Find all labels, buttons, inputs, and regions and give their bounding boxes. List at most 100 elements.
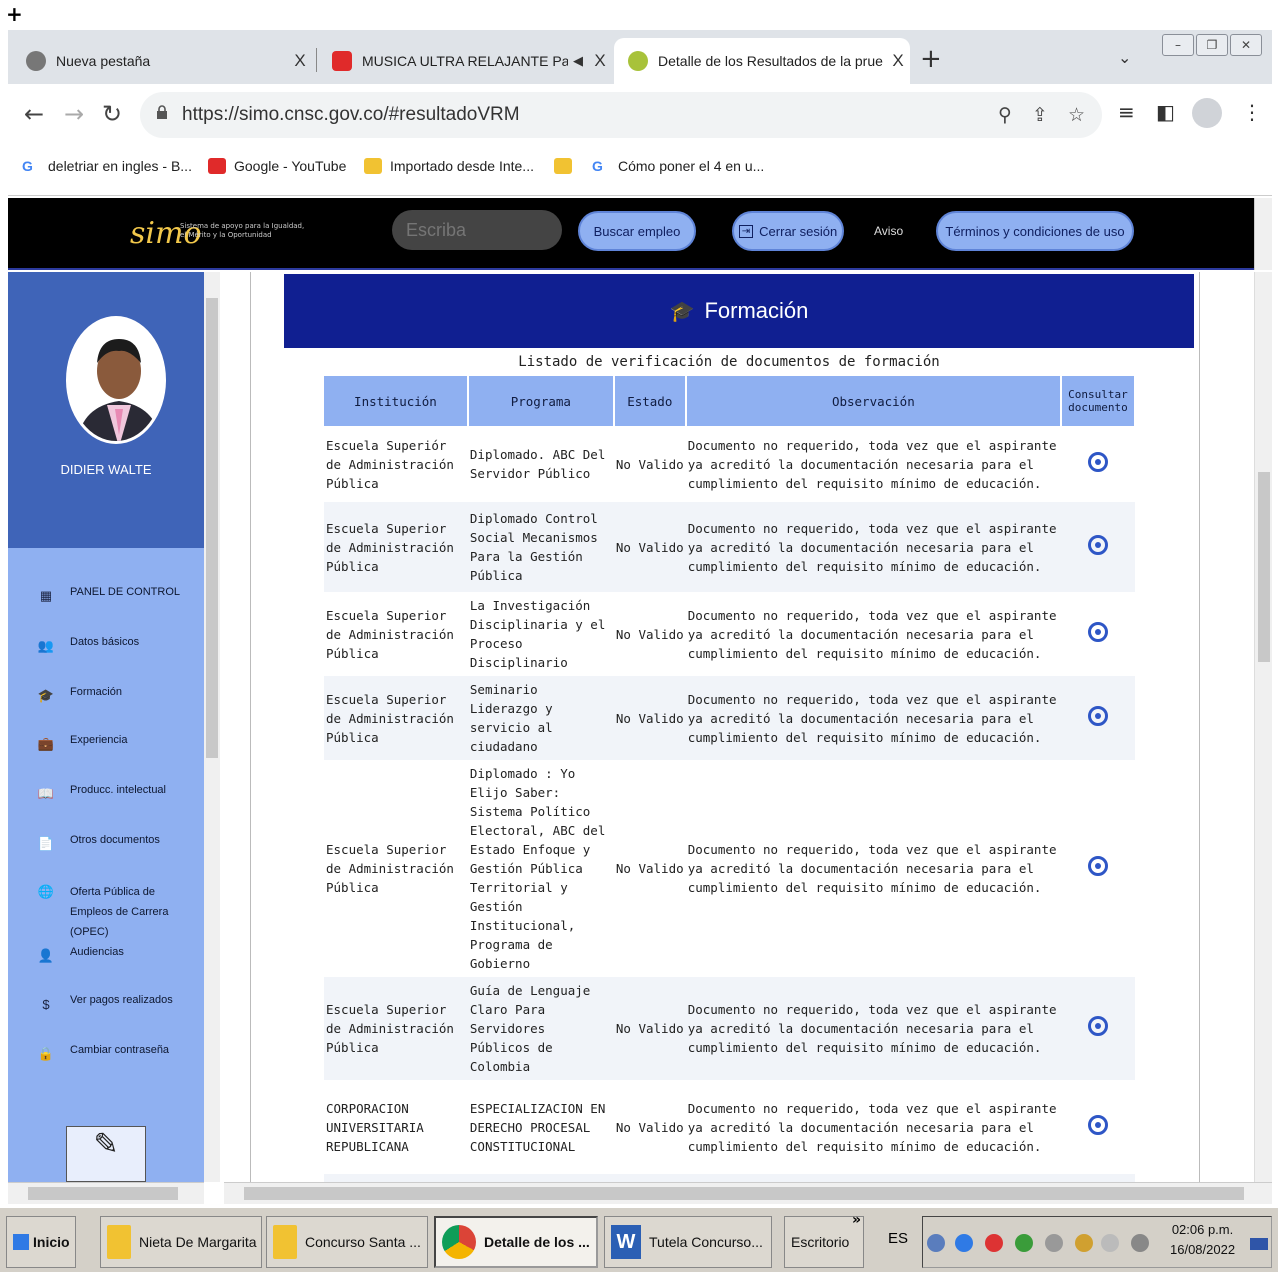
share-icon[interactable]: ⇪ — [1032, 104, 1048, 126]
youtube-icon — [208, 158, 226, 174]
cell-institucion: Escuela Superior de Administración Públi… — [326, 607, 454, 661]
menu-datos-basicos[interactable]: 👥 Datos básicos — [36, 636, 139, 656]
cell-consultar — [1061, 592, 1135, 676]
search-input[interactable] — [392, 210, 562, 250]
menu-ver-pagos[interactable]: $ Ver pagos realizados — [36, 994, 172, 1014]
scroll-thumb[interactable] — [244, 1187, 1244, 1200]
bookmark-importado[interactable]: Importado desde Inte... — [364, 158, 534, 174]
tab-detalle-resultados[interactable]: Detalle de los Resultados de la prue X — [614, 38, 910, 84]
tab-close-icon[interactable]: X — [288, 51, 312, 71]
ie-icon[interactable] — [955, 1234, 973, 1252]
menu-cambiar-contrasena[interactable]: 🔒 Cambiar contraseña — [36, 1044, 169, 1064]
sidebar-hscrollbar[interactable] — [8, 1182, 204, 1204]
zoom-icon[interactable]: ⚲ — [998, 104, 1012, 126]
logo-tagline: Sistema de apoyo para la Igualdad, el Mé… — [180, 222, 305, 239]
cell-estado: No Valido — [613, 502, 686, 592]
bookmark-youtube[interactable]: Google - YouTube — [208, 158, 346, 174]
language-indicator[interactable]: ES — [888, 1230, 908, 1247]
taskbar-item-chrome[interactable]: Detalle de los ... — [434, 1216, 598, 1268]
app-icon[interactable] — [1015, 1234, 1033, 1252]
folder-icon — [364, 158, 382, 174]
app-icon[interactable] — [1075, 1234, 1093, 1252]
bookmark-folder[interactable] — [554, 158, 580, 174]
taskbar-item-concurso[interactable]: Concurso Santa ... — [266, 1216, 428, 1268]
url-text[interactable]: https://simo.cnsc.gov.co/#resultadoVRM — [182, 104, 520, 126]
dashboard-icon: ▦ — [39, 588, 53, 603]
star-icon[interactable]: ☆ — [1068, 104, 1085, 126]
address-bar[interactable]: https://simo.cnsc.gov.co/#resultadoVRM ⚲… — [140, 92, 1102, 138]
reading-list-icon[interactable]: ≡ — [1118, 100, 1135, 124]
back-arrow-icon[interactable]: ← — [24, 100, 44, 128]
network-icon[interactable] — [927, 1234, 945, 1252]
profile-avatar-icon[interactable] — [1192, 98, 1222, 128]
chevron-right-icon[interactable]: » — [852, 1212, 861, 1228]
cell-consultar — [1061, 1080, 1135, 1174]
view-document-icon[interactable] — [1087, 534, 1108, 555]
tab-musica[interactable]: MUSICA ULTRA RELAJANTE Par ◀ X — [318, 38, 612, 84]
cell-observacion: Documento no requerido, toda vez que el … — [687, 842, 1057, 895]
main-hscrollbar[interactable] — [224, 1182, 1272, 1204]
dollar-icon: $ — [42, 996, 50, 1012]
view-document-icon[interactable] — [1087, 705, 1108, 726]
menu-opec[interactable]: 🌐 Oferta Pública de Empleos de Carrera (… — [36, 882, 196, 942]
menu-panel-de-control[interactable]: ▦ PANEL DE CONTROL — [36, 586, 180, 606]
sidebar-scrollbar[interactable] — [204, 272, 220, 1182]
app-icon[interactable] — [985, 1234, 1003, 1252]
close-window-button[interactable]: ✕ — [1230, 34, 1262, 56]
start-button[interactable]: Inicio — [6, 1216, 76, 1268]
taskbar-item-nieta[interactable]: Nieta De Margarita — [100, 1216, 262, 1268]
minimize-button[interactable]: – — [1162, 34, 1194, 56]
side-panel-icon[interactable]: ◧ — [1156, 100, 1175, 124]
new-tab-button[interactable]: + — [920, 44, 942, 74]
forward-arrow-icon[interactable]: → — [64, 100, 84, 128]
show-desktop-icon[interactable] — [1250, 1238, 1268, 1250]
bookmark-como-poner[interactable]: G Cómo poner el 4 en u... — [592, 158, 764, 174]
sidebar: DIDIER WALTE ▦ PANEL DE CONTROL 👥 Datos … — [8, 272, 204, 1182]
view-document-icon[interactable] — [1087, 1114, 1108, 1135]
buscar-empleo-button[interactable]: Buscar empleo — [578, 211, 696, 251]
tab-close-icon[interactable]: X — [886, 51, 910, 71]
table-row: CORPORACION UNIVERSITARIA REPUBLICANA ESP… — [324, 1080, 1135, 1174]
section-title: Formación — [704, 298, 809, 323]
menu-produccion-intelectual[interactable]: 📖 Producc. intelectual — [36, 784, 166, 804]
view-document-icon[interactable] — [1087, 621, 1108, 642]
view-document-icon[interactable] — [1087, 1016, 1108, 1036]
view-document-icon[interactable] — [1087, 856, 1108, 876]
scroll-thumb[interactable] — [206, 298, 218, 758]
bookmark-deletriar[interactable]: G deletriar en ingles - B... — [22, 158, 192, 174]
reload-icon[interactable]: ↻ — [102, 100, 122, 128]
scroll-thumb[interactable] — [1258, 472, 1270, 662]
cell-consultar — [1060, 1174, 1135, 1182]
scroll-thumb[interactable] — [28, 1187, 178, 1200]
menu-experiencia[interactable]: 💼 Experiencia — [36, 734, 128, 754]
menu-otros-documentos[interactable]: 📄 Otros documentos — [36, 834, 160, 854]
tab-close-icon[interactable]: X — [588, 51, 612, 71]
cerrar-sesion-button[interactable]: ⇥ Cerrar sesión — [732, 211, 844, 251]
keyboard-icon[interactable] — [1131, 1234, 1149, 1252]
audience-icon: 👤 — [37, 948, 55, 963]
header-scrollbar[interactable] — [1254, 198, 1272, 270]
aviso-link[interactable]: Aviso — [874, 224, 903, 238]
taskbar-item-word[interactable]: W Tutela Concurso... — [604, 1216, 772, 1268]
cell-observacion: Documento no requerido, toda vez que el … — [687, 1100, 1057, 1154]
cell-programa: Seminario Liderazgo y servicio al ciudad… — [467, 676, 614, 760]
more-menu-icon[interactable]: ⋮ — [1242, 100, 1262, 124]
app-icon[interactable] — [1045, 1234, 1063, 1252]
column-header: Observación — [685, 376, 1062, 426]
cell-institucion: CORPORACION UNIVERSITARIA REPUBLICANA — [326, 1100, 424, 1154]
menu-audiencias[interactable]: 👤 Audiencias — [36, 946, 124, 966]
book-icon: 📖 — [37, 786, 55, 801]
table-row: PROCURADURIA GENERAL DE LAEncuentro Acad… — [324, 1174, 1135, 1182]
volume-icon[interactable] — [1101, 1234, 1119, 1252]
restore-button[interactable]: ❐ — [1196, 34, 1228, 56]
cell-institucion: Escuela Superior de Administración Públi… — [324, 502, 468, 592]
menu-formacion[interactable]: 🎓 Formación — [36, 686, 122, 706]
tab-nueva-pestana[interactable]: Nueva pestaña X — [12, 38, 312, 84]
terminos-button[interactable]: Términos y condiciones de uso — [936, 211, 1134, 251]
main-scrollbar[interactable] — [1254, 272, 1272, 1182]
view-document-icon[interactable] — [1087, 451, 1108, 472]
lock-icon[interactable] — [156, 105, 168, 119]
clock[interactable]: 02:06 p.m. 16/08/2022 — [1170, 1220, 1235, 1260]
youtube-icon — [332, 51, 352, 71]
chevron-down-icon[interactable]: ⌄ — [1118, 48, 1131, 67]
